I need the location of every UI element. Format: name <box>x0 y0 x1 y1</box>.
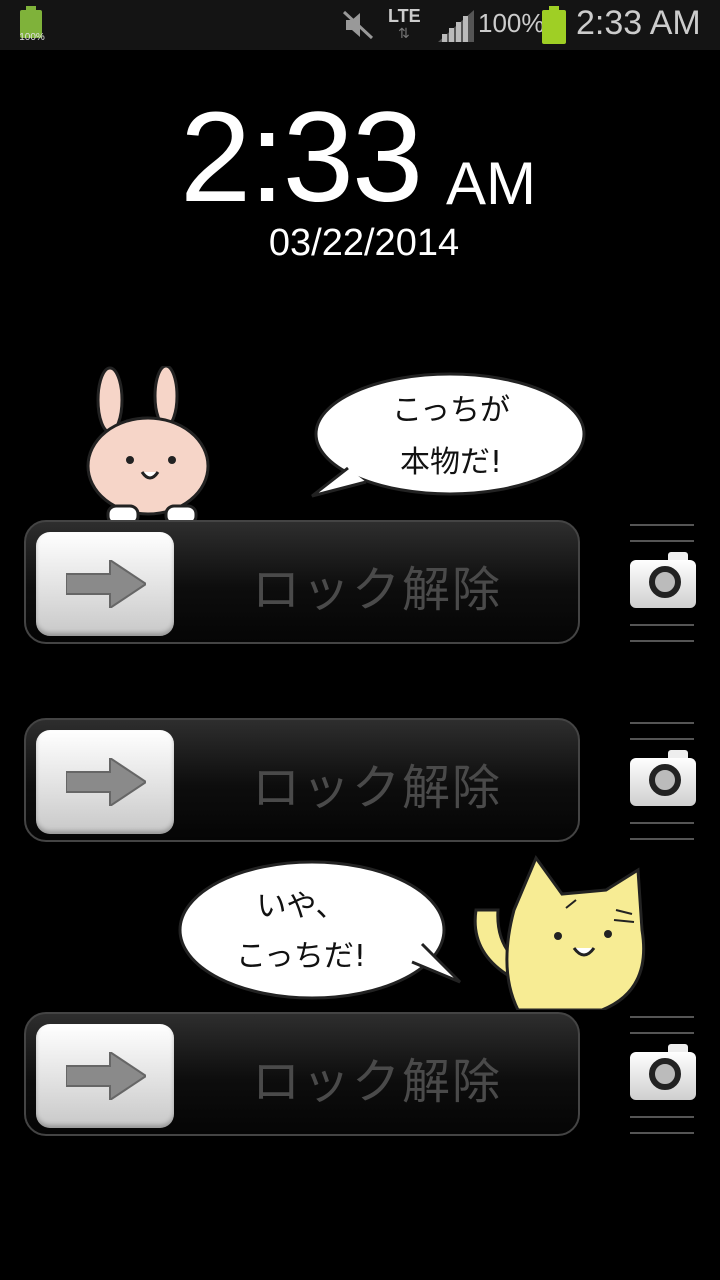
cat-bubble-line1: いや、 <box>256 889 346 924</box>
cat-speech-bubble <box>178 860 462 1000</box>
battery-icon: 100% <box>18 6 45 44</box>
clock-ampm: AM <box>446 150 536 217</box>
camera-shortcut-2[interactable] <box>628 718 698 844</box>
rabbit-bubble-line2: 本物だ! <box>399 445 503 480</box>
camera-icon <box>630 1052 696 1100</box>
mute-icon <box>342 10 374 40</box>
arrow-right-icon <box>66 1052 146 1100</box>
battery-percent: 100% <box>478 8 545 38</box>
signal-icon <box>438 10 474 42</box>
cat-character <box>473 854 646 1010</box>
unlock-knob[interactable] <box>36 532 174 636</box>
lte-icon: LTE <box>388 6 421 26</box>
cat-bubble-line2: こっちだ! <box>236 939 366 974</box>
camera-shortcut-3[interactable] <box>628 1012 698 1138</box>
battery-icon <box>542 6 566 44</box>
camera-icon <box>630 560 696 608</box>
unlock-knob[interactable] <box>36 730 174 834</box>
unlock-label: ロック解除 <box>252 562 503 618</box>
unlock-knob[interactable] <box>36 1024 174 1128</box>
clock-date: 03/22/2014 <box>268 222 460 264</box>
unlock-label: ロック解除 <box>252 1054 503 1110</box>
status-bar: 100% LTE ⇅ 100% 2:33 AM <box>0 0 720 50</box>
small-battery-percent: 100% <box>19 32 45 43</box>
rabbit-bubble-line1: こっちが <box>392 393 510 428</box>
arrow-right-icon <box>66 758 146 806</box>
camera-icon <box>630 758 696 806</box>
status-time: 2:33 AM <box>576 4 701 42</box>
unlock-slider-2[interactable]: ロック解除 <box>24 718 580 842</box>
unlock-slider-3[interactable]: ロック解除 <box>24 1012 580 1136</box>
arrow-right-icon <box>66 560 146 608</box>
clock-time: 2:33 <box>180 86 423 229</box>
data-arrows-icon: ⇅ <box>398 26 410 42</box>
unlock-slider-1[interactable]: ロック解除 <box>24 520 580 644</box>
rabbit-character <box>86 366 210 526</box>
unlock-label: ロック解除 <box>252 760 503 816</box>
camera-shortcut-1[interactable] <box>628 520 698 646</box>
